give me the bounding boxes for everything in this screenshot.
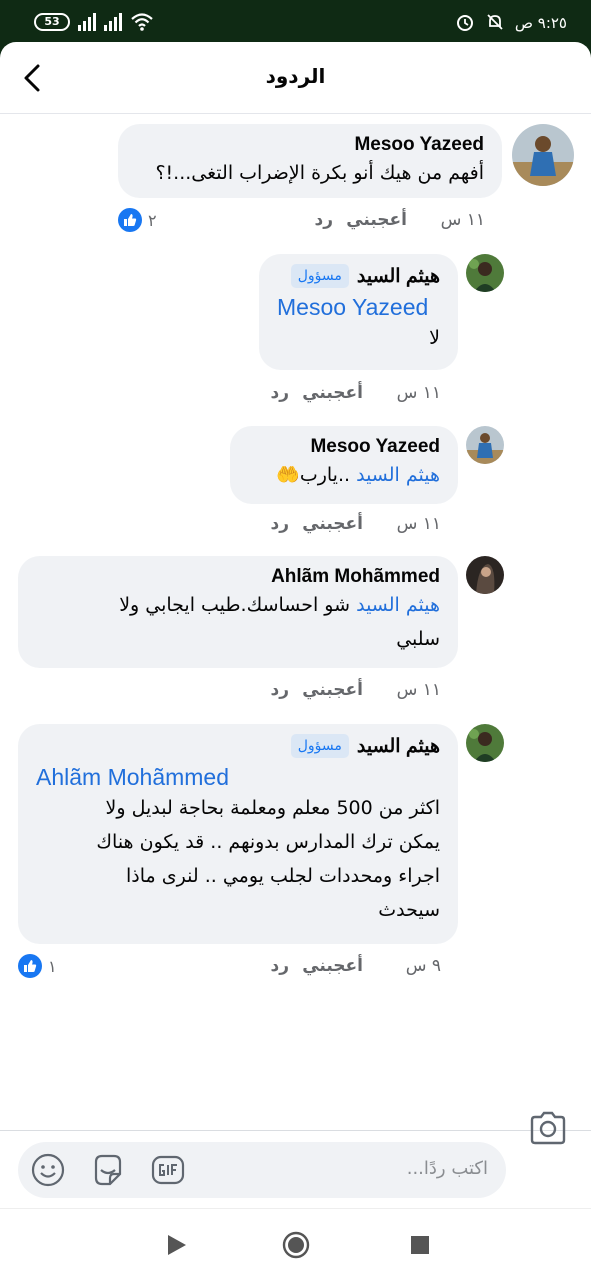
reaction-summary[interactable]: ١ — [18, 954, 57, 978]
reply-button[interactable]: رد — [270, 383, 289, 403]
comment-author[interactable]: هيثم السيد — [357, 735, 440, 758]
comment-time: ٩ س — [405, 956, 441, 976]
like-button[interactable]: أعجبني — [289, 383, 363, 403]
reply-button[interactable]: رد — [270, 514, 289, 534]
home-circle-icon[interactable] — [282, 1231, 310, 1259]
reply-input[interactable]: اكتب ردًا... — [18, 1142, 506, 1198]
gif-icon[interactable] — [150, 1152, 186, 1188]
comment-text-line: يمكن ترك المدارس بدونهم .. قد يكون هناك — [96, 831, 440, 853]
sticker-icon[interactable] — [90, 1152, 126, 1188]
avatar[interactable] — [466, 556, 504, 594]
comment-bubble[interactable]: Ahlãm Mohãmmed هيثم السيد شو احساسك.طيب … — [18, 556, 458, 668]
comment-text-line: اجراء ومحددات لجلب يومي .. لنرى ماذا — [126, 865, 440, 887]
comment-text: شو احساسك.طيب ايجابي ولا — [119, 594, 351, 616]
reply-button[interactable]: رد — [270, 956, 289, 976]
signal-icon-2 — [104, 13, 122, 31]
comment-body: هيثم السيد ..يارب🤲 — [248, 458, 440, 492]
comment-author[interactable]: Ahlãm Mohãmmed — [271, 566, 440, 588]
page-title: الردود — [265, 64, 326, 88]
reply-button[interactable]: رد — [270, 680, 289, 700]
comment-time: ١١ س — [396, 383, 441, 403]
wifi-icon — [131, 13, 153, 31]
stop-square-icon[interactable] — [406, 1231, 434, 1259]
status-bar: 53 ٩:٢٥ ص — [0, 0, 591, 46]
mention-link[interactable]: Ahlãm Mohãmmed — [36, 764, 440, 791]
comment-actions: ٩ س أعجبني رد — [270, 956, 441, 976]
avatar[interactable] — [512, 124, 574, 186]
avatar[interactable] — [466, 426, 504, 464]
status-icons-right — [455, 12, 505, 32]
mention-link[interactable]: هيثم السيد — [356, 464, 440, 486]
system-nav-bar — [0, 1208, 591, 1280]
avatar[interactable] — [466, 254, 504, 292]
battery-icon: 53 — [34, 13, 70, 31]
reply-placeholder: اكتب ردًا... — [406, 1158, 488, 1179]
composer-divider — [0, 1130, 591, 1131]
comment-actions: ١١ س أعجبني رد — [314, 210, 485, 230]
alarm-icon — [457, 15, 473, 31]
comment-actions: ١١ س أعجبني رد — [270, 383, 441, 403]
comment-text: أفهم من هيك أنو بكرة الإضراب التغى...!؟ — [155, 162, 484, 184]
camera-icon[interactable] — [528, 1108, 568, 1148]
reaction-count: ٢ — [148, 210, 157, 230]
admin-badge: مسؤول — [290, 734, 349, 758]
avatar[interactable] — [466, 724, 504, 762]
comment-time: ١١ س — [440, 210, 485, 230]
comment-time: ١١ س — [396, 680, 441, 700]
like-button[interactable]: أعجبني — [333, 210, 407, 230]
comment-time: ١١ س — [396, 514, 441, 534]
comment-bubble[interactable]: Mesoo Yazeed أفهم من هيك أنو بكرة الإضرا… — [118, 124, 502, 198]
emoji-icon[interactable] — [30, 1152, 66, 1188]
reaction-summary[interactable]: ٢ — [118, 208, 157, 232]
comment-body: هيثم السيد شو احساسك.طيب ايجابي ولا — [36, 588, 440, 622]
comment-actions: ١١ س أعجبني رد — [270, 514, 441, 534]
comment-bubble[interactable]: هيثم السيد مسؤول Ahlãm Mohãmmed اكثر من … — [18, 724, 458, 944]
mention-link[interactable]: هيثم السيد — [356, 594, 440, 616]
comment-text: لا — [429, 327, 440, 349]
like-button[interactable]: أعجبني — [289, 514, 363, 534]
comment-author[interactable]: Mesoo Yazeed — [310, 436, 440, 458]
comment-text-line: سيحدث — [378, 899, 440, 921]
status-icons-left: 53 — [34, 12, 154, 32]
comment-author[interactable]: هيثم السيد — [357, 265, 440, 288]
comment-text: ..يارب🤲 — [276, 464, 351, 486]
comment-bubble[interactable]: Mesoo Yazeed هيثم السيد ..يارب🤲 — [230, 426, 458, 504]
like-button[interactable]: أعجبني — [289, 680, 363, 700]
comment-author[interactable]: Mesoo Yazeed — [354, 134, 484, 156]
thumbs-up-icon — [118, 208, 142, 232]
signal-icon — [78, 13, 96, 31]
comment-text-line: اكثر من 500 معلم ومعلمة بحاجة لبديل ولا — [105, 797, 440, 819]
comment-text-line: سلبي — [396, 628, 440, 650]
status-time: ٩:٢٥ ص — [514, 14, 567, 32]
mute-icon — [487, 14, 503, 30]
thumbs-up-icon — [18, 954, 42, 978]
comment-actions: ١١ س أعجبني رد — [270, 680, 441, 700]
like-button[interactable]: أعجبني — [289, 956, 363, 976]
comment-bubble[interactable]: هيثم السيد مسؤول Mesoo Yazeed لا — [259, 254, 458, 370]
play-icon[interactable] — [162, 1231, 190, 1259]
reaction-count: ١ — [48, 956, 57, 976]
replies-sheet: الردود Mesoo Yazeed أفهم من هيك أنو بكرة… — [0, 42, 591, 1208]
header: الردود — [0, 42, 591, 114]
reply-button[interactable]: رد — [314, 210, 333, 230]
admin-badge: مسؤول — [290, 264, 349, 288]
mention-link[interactable]: Mesoo Yazeed — [277, 294, 440, 321]
